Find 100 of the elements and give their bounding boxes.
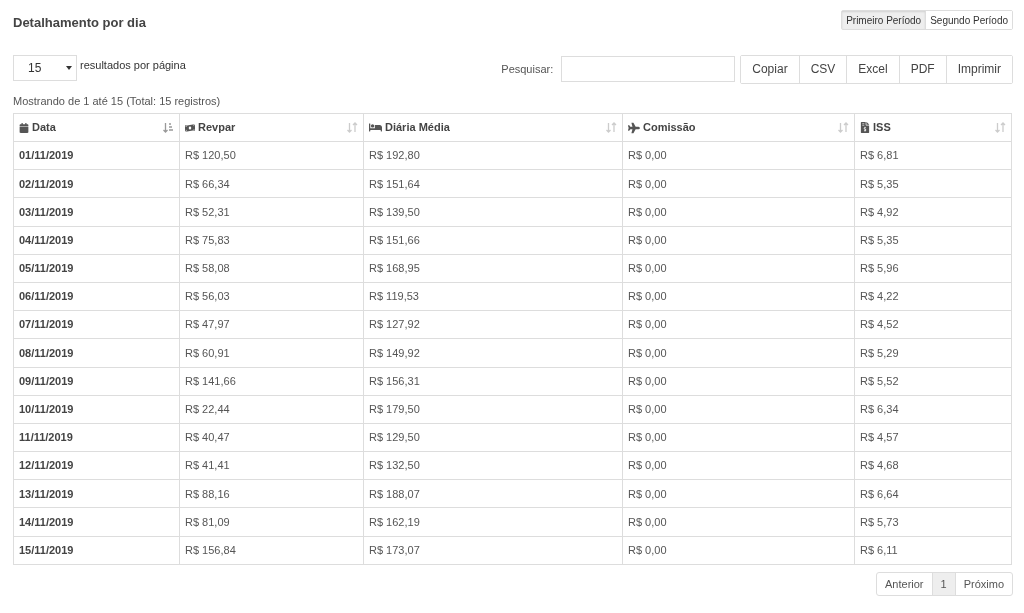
table-cell: R$ 151,66 — [363, 226, 623, 255]
table-cell: 15/11/2019 — [13, 536, 180, 565]
table-cell: R$ 40,47 — [179, 423, 364, 452]
column-header[interactable]: Revpar — [179, 113, 364, 142]
table-cell: R$ 58,08 — [179, 254, 364, 283]
table-cell: R$ 129,50 — [363, 423, 623, 452]
document-icon — [860, 122, 870, 133]
sort-icon[interactable] — [163, 122, 174, 133]
table-cell: 03/11/2019 — [13, 197, 180, 227]
table-cell: R$ 66,34 — [179, 169, 364, 198]
table-cell: 02/11/2019 — [13, 169, 180, 198]
sort-icon[interactable] — [347, 122, 358, 133]
table-cell: R$ 56,03 — [179, 282, 364, 311]
next-button[interactable]: Próximo — [954, 572, 1012, 595]
dollar-icon — [185, 122, 195, 133]
table-cell: R$ 6,81 — [854, 141, 1012, 170]
table-cell: R$ 6,11 — [854, 536, 1012, 565]
table-cell: R$ 127,92 — [363, 310, 623, 339]
table-cell: R$ 0,00 — [622, 141, 855, 170]
table-cell: R$ 179,50 — [363, 395, 623, 424]
column-label: Comissão — [643, 120, 696, 136]
table-cell: R$ 5,73 — [854, 507, 1012, 537]
table-cell: R$ 188,07 — [363, 479, 623, 508]
column-label: Data — [32, 120, 56, 136]
table-cell: 01/11/2019 — [13, 141, 180, 170]
table-cell: R$ 0,00 — [622, 507, 855, 537]
page-button[interactable]: 1 — [931, 572, 955, 595]
table-cell: R$ 4,92 — [854, 197, 1012, 227]
table-cell: R$ 120,50 — [179, 141, 364, 170]
table-cell: R$ 0,00 — [622, 310, 855, 339]
table-cell: 13/11/2019 — [13, 479, 180, 508]
table-cell: R$ 0,00 — [622, 395, 855, 424]
table-cell: R$ 0,00 — [622, 169, 855, 198]
table-cell: R$ 119,53 — [363, 282, 623, 311]
column-label: ISS — [873, 120, 891, 136]
table-cell: R$ 6,34 — [854, 395, 1012, 424]
table-cell: R$ 5,96 — [854, 254, 1012, 283]
table-cell: R$ 5,29 — [854, 338, 1012, 367]
table-cell: R$ 4,22 — [854, 282, 1012, 311]
table-cell: R$ 5,35 — [854, 226, 1012, 255]
table-cell: R$ 141,66 — [179, 367, 364, 396]
table-cell: 12/11/2019 — [13, 451, 180, 480]
table-cell: R$ 156,31 — [363, 367, 623, 396]
table-cell: R$ 47,97 — [179, 310, 364, 339]
search-label: Pesquisar: — [501, 61, 554, 77]
column-label: Diária Média — [385, 120, 450, 136]
table-cell: R$ 0,00 — [622, 282, 855, 311]
caret-icon — [66, 65, 72, 70]
sort-icon[interactable] — [606, 122, 617, 133]
column-label: Revpar — [198, 120, 236, 136]
export-button[interactable]: Imprimir — [945, 55, 1012, 83]
table-cell: R$ 139,50 — [363, 197, 623, 227]
bed-icon — [369, 122, 382, 133]
calendar-icon — [19, 122, 29, 133]
table-cell: R$ 173,07 — [363, 536, 623, 565]
period-tab[interactable]: Primeiro Período — [842, 11, 926, 29]
table-cell: R$ 0,00 — [622, 197, 855, 227]
plane-icon — [628, 121, 640, 134]
table-cell: R$ 4,68 — [854, 451, 1012, 480]
period-tab[interactable]: Segundo Período — [925, 11, 1012, 29]
table-cell: R$ 149,92 — [363, 338, 623, 367]
table-cell: R$ 75,83 — [179, 226, 364, 255]
previous-button[interactable]: Anterior — [877, 572, 932, 595]
table-cell: R$ 5,35 — [854, 169, 1012, 198]
table-cell: R$ 4,57 — [854, 423, 1012, 452]
search-field[interactable] — [561, 56, 736, 82]
table-cell: 08/11/2019 — [13, 338, 180, 367]
column-header[interactable]: Diária Média — [363, 113, 623, 142]
column-header[interactable]: ISS — [854, 113, 1012, 142]
table-cell: 07/11/2019 — [13, 310, 180, 339]
table-cell: R$ 0,00 — [622, 367, 855, 396]
table-cell: R$ 81,09 — [179, 507, 364, 537]
table-cell: R$ 22,44 — [179, 395, 364, 424]
table-cell: 11/11/2019 — [13, 423, 180, 452]
page-length-select[interactable]: 15 — [13, 54, 77, 81]
table-cell: 05/11/2019 — [13, 254, 180, 283]
table-cell: R$ 0,00 — [622, 536, 855, 565]
table-cell: R$ 0,00 — [622, 254, 855, 283]
page-length-label: resultados por página — [80, 57, 186, 73]
section-title: Detalhamento por dia — [13, 14, 146, 32]
table-cell: R$ 41,41 — [179, 451, 364, 480]
column-header[interactable]: Data — [13, 113, 180, 142]
table-cell: R$ 0,00 — [622, 451, 855, 480]
table-cell: R$ 60,91 — [179, 338, 364, 367]
table-cell: 10/11/2019 — [13, 395, 180, 424]
table-cell: 14/11/2019 — [13, 507, 180, 537]
table-cell: 09/11/2019 — [13, 367, 180, 396]
table-cell: 06/11/2019 — [13, 282, 180, 311]
table-cell: R$ 88,16 — [179, 479, 364, 508]
table-cell: R$ 0,00 — [622, 479, 855, 508]
sort-icon[interactable] — [838, 122, 849, 133]
sort-icon[interactable] — [995, 122, 1006, 133]
table-cell: R$ 0,00 — [622, 338, 855, 367]
table-cell: R$ 132,50 — [363, 451, 623, 480]
table-cell: R$ 162,19 — [363, 507, 623, 537]
table-cell: R$ 5,52 — [854, 367, 1012, 396]
table-cell: 04/11/2019 — [13, 226, 180, 255]
column-header[interactable]: Comissão — [622, 113, 855, 142]
table-cell: R$ 156,84 — [179, 536, 364, 565]
table-info: Mostrando de 1 até 15 (Total: 15 registros) — [13, 93, 222, 109]
